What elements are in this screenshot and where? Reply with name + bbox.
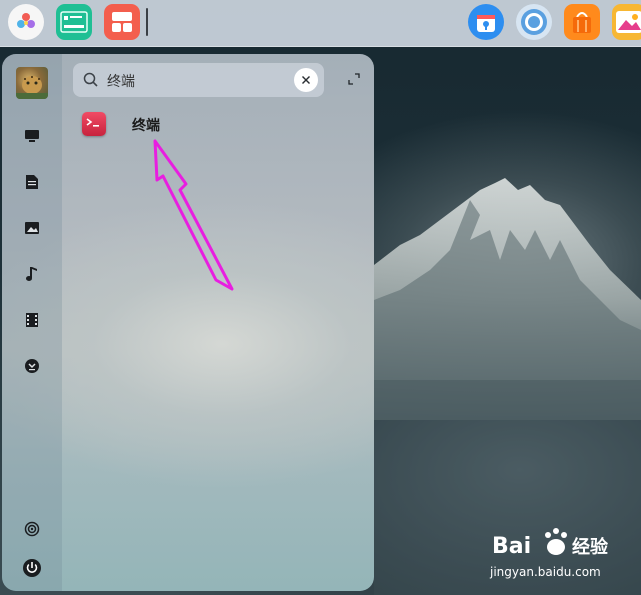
terminal-icon [82,112,106,136]
chrome-icon[interactable] [516,4,552,40]
result-item-terminal[interactable]: 终端 [82,112,232,140]
store-app-icon[interactable] [468,4,504,40]
result-label: 终端 [132,118,160,134]
dock-separator [146,8,148,36]
picture-icon[interactable] [23,219,41,237]
baidu-paw-logo: Bai 经验 [492,528,609,559]
watermark-brand2: 经验 [572,536,609,558]
settings-icon[interactable] [23,520,41,538]
launcher-sidebar [2,54,62,591]
shopping-bag-icon[interactable] [564,4,600,40]
computer-icon[interactable] [23,127,41,145]
fullscreen-icon[interactable] [347,72,361,86]
watermark-url: jingyan.baidu.com [490,565,601,579]
watermark-brand: Bai [492,534,531,559]
close-icon [302,76,310,84]
top-dock [0,0,641,47]
document-icon[interactable] [23,173,41,191]
flower-launcher-icon[interactable] [8,4,44,40]
download-icon[interactable] [23,357,41,375]
app-launcher-panel: 终端 [2,54,374,591]
video-icon[interactable] [23,311,41,329]
search-box[interactable] [73,63,324,97]
terminal-green-icon[interactable] [56,4,92,40]
photos-icon[interactable] [612,4,641,40]
baidu-watermark: Bai 经验 jingyan.baidu.com [490,525,630,585]
clear-search-button[interactable] [294,68,318,92]
search-input[interactable] [105,69,289,93]
grid-app-icon[interactable] [104,4,140,40]
music-icon[interactable] [23,265,41,283]
avatar[interactable] [16,67,48,99]
search-icon [83,72,98,87]
power-icon[interactable] [22,558,42,578]
